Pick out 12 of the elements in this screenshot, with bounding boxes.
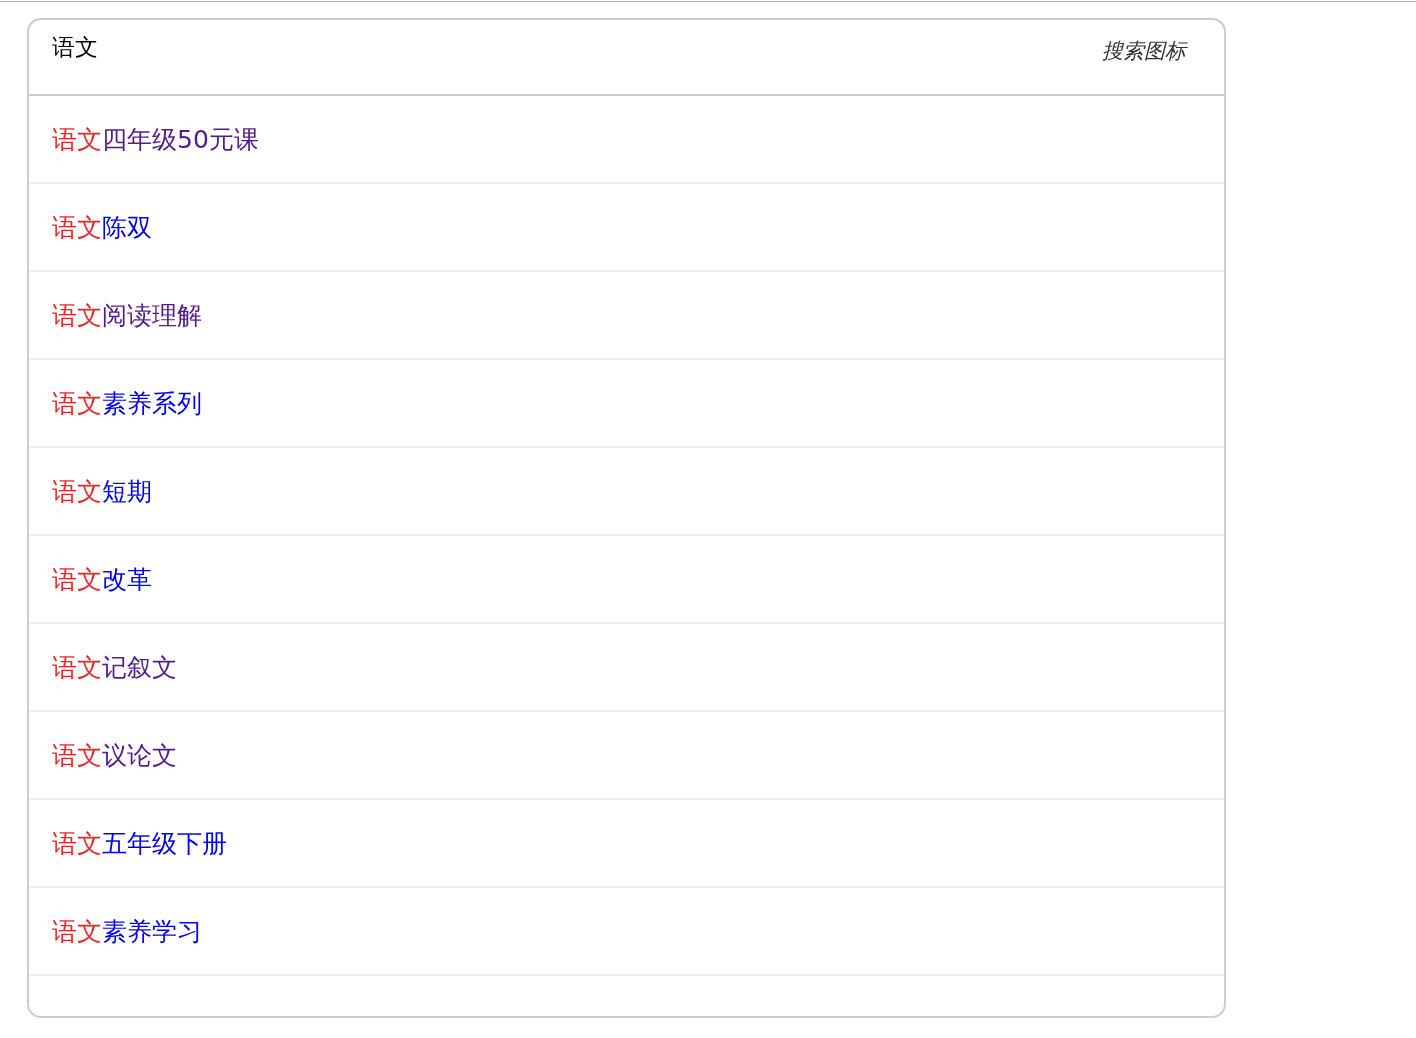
suggestion-link[interactable]: 语文阅读理解: [52, 298, 202, 332]
suggestion-link[interactable]: 语文素养学习: [52, 914, 202, 948]
suggestion-link[interactable]: 语文四年级50元课: [52, 122, 259, 156]
suggestion-link[interactable]: 语文记叙文: [52, 650, 177, 684]
suggestion-link[interactable]: 语文五年级下册: [52, 826, 227, 860]
suggestion-link[interactable]: 语文陈双: [52, 210, 152, 244]
suggestion-link[interactable]: 语文素养系列: [52, 386, 202, 420]
suggestion-link[interactable]: 语文议论文: [52, 738, 177, 772]
suggestion-link[interactable]: 语文改革: [52, 562, 152, 596]
suggestion-link[interactable]: 语文短期: [52, 474, 152, 508]
search-icon-label[interactable]: 搜索图标: [1102, 37, 1186, 65]
search-field[interactable]: 语文: [52, 34, 352, 60]
